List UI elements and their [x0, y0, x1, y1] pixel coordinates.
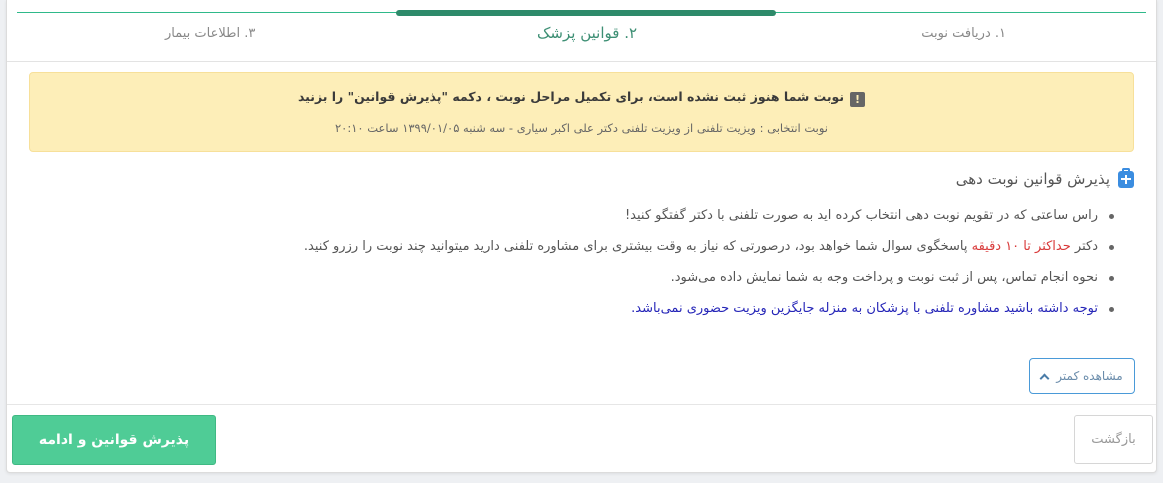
- active-step-indicator: [396, 10, 776, 16]
- step-3-patient-info: ۳. اطلاعات بیمار: [165, 26, 256, 41]
- rule-text-prefix: دکتر: [1070, 239, 1098, 254]
- rule-item: راس ساعتی که در تقویم نوبت دهی انتخاب کر…: [27, 206, 1114, 237]
- step-2-doctor-rules: ۲. قوانین پزشک: [537, 24, 638, 42]
- rule-text: راس ساعتی که در تقویم نوبت دهی انتخاب کر…: [624, 208, 1098, 223]
- rules-list: راس ساعتی که در تقویم نوبت دهی انتخاب کر…: [27, 206, 1114, 330]
- show-less-label: مشاهده کمتر: [1056, 369, 1123, 383]
- rules-section-title: پذیرش قوانین نوبت دهی: [955, 170, 1110, 188]
- show-less-button[interactable]: مشاهده کمتر: [1029, 358, 1135, 394]
- alert-message: نوبت شما هنوز ثبت نشده است، برای تکمیل م…: [297, 89, 845, 104]
- medical-plus-icon: [1118, 167, 1134, 188]
- rule-item: نحوه انجام تماس، پس از ثبت نوبت و پرداخت…: [27, 268, 1114, 299]
- chevron-up-icon: [1039, 373, 1050, 383]
- step-1-receive-appointment: ۱. دریافت نوبت: [921, 26, 1006, 41]
- rule-item: توجه داشته باشید مشاوره تلفنی با پزشکان …: [27, 299, 1114, 330]
- alert-message-row: ! نوبت شما هنوز ثبت نشده است، برای تکمیل …: [30, 89, 1133, 107]
- rule-note: توجه داشته باشید مشاوره تلفنی با پزشکان …: [631, 301, 1098, 316]
- appointment-card: ۱. دریافت نوبت ۲. قوانین پزشک ۳. اطلاعات…: [6, 0, 1157, 473]
- rule-text-suffix: پاسخگوی سوال شما خواهد بود، درصورتی که ن…: [303, 239, 972, 254]
- rule-text: نحوه انجام تماس، پس از ثبت نوبت و پرداخت…: [670, 270, 1098, 285]
- footer-divider: [7, 404, 1156, 405]
- exclamation-icon: !: [850, 92, 866, 107]
- pending-appointment-alert: ! نوبت شما هنوز ثبت نشده است، برای تکمیل …: [29, 72, 1134, 152]
- selected-appointment-detail: نوبت انتخابی : ویزیت تلفنی از ویزیت تلفن…: [335, 121, 828, 135]
- stepper: ۱. دریافت نوبت ۲. قوانین پزشک ۳. اطلاعات…: [7, 0, 1156, 62]
- rules-section-header: پذیرش قوانین نوبت دهی: [955, 167, 1134, 188]
- accept-rules-button[interactable]: پذیرش قوانین و ادامه: [12, 415, 216, 465]
- back-button[interactable]: بازگشت: [1074, 415, 1153, 464]
- rule-highlight: حداکثر تا ۱۰ دقیقه: [971, 239, 1071, 254]
- rule-item: دکتر حداکثر تا ۱۰ دقیقه پاسخگوی سوال شما…: [27, 237, 1114, 268]
